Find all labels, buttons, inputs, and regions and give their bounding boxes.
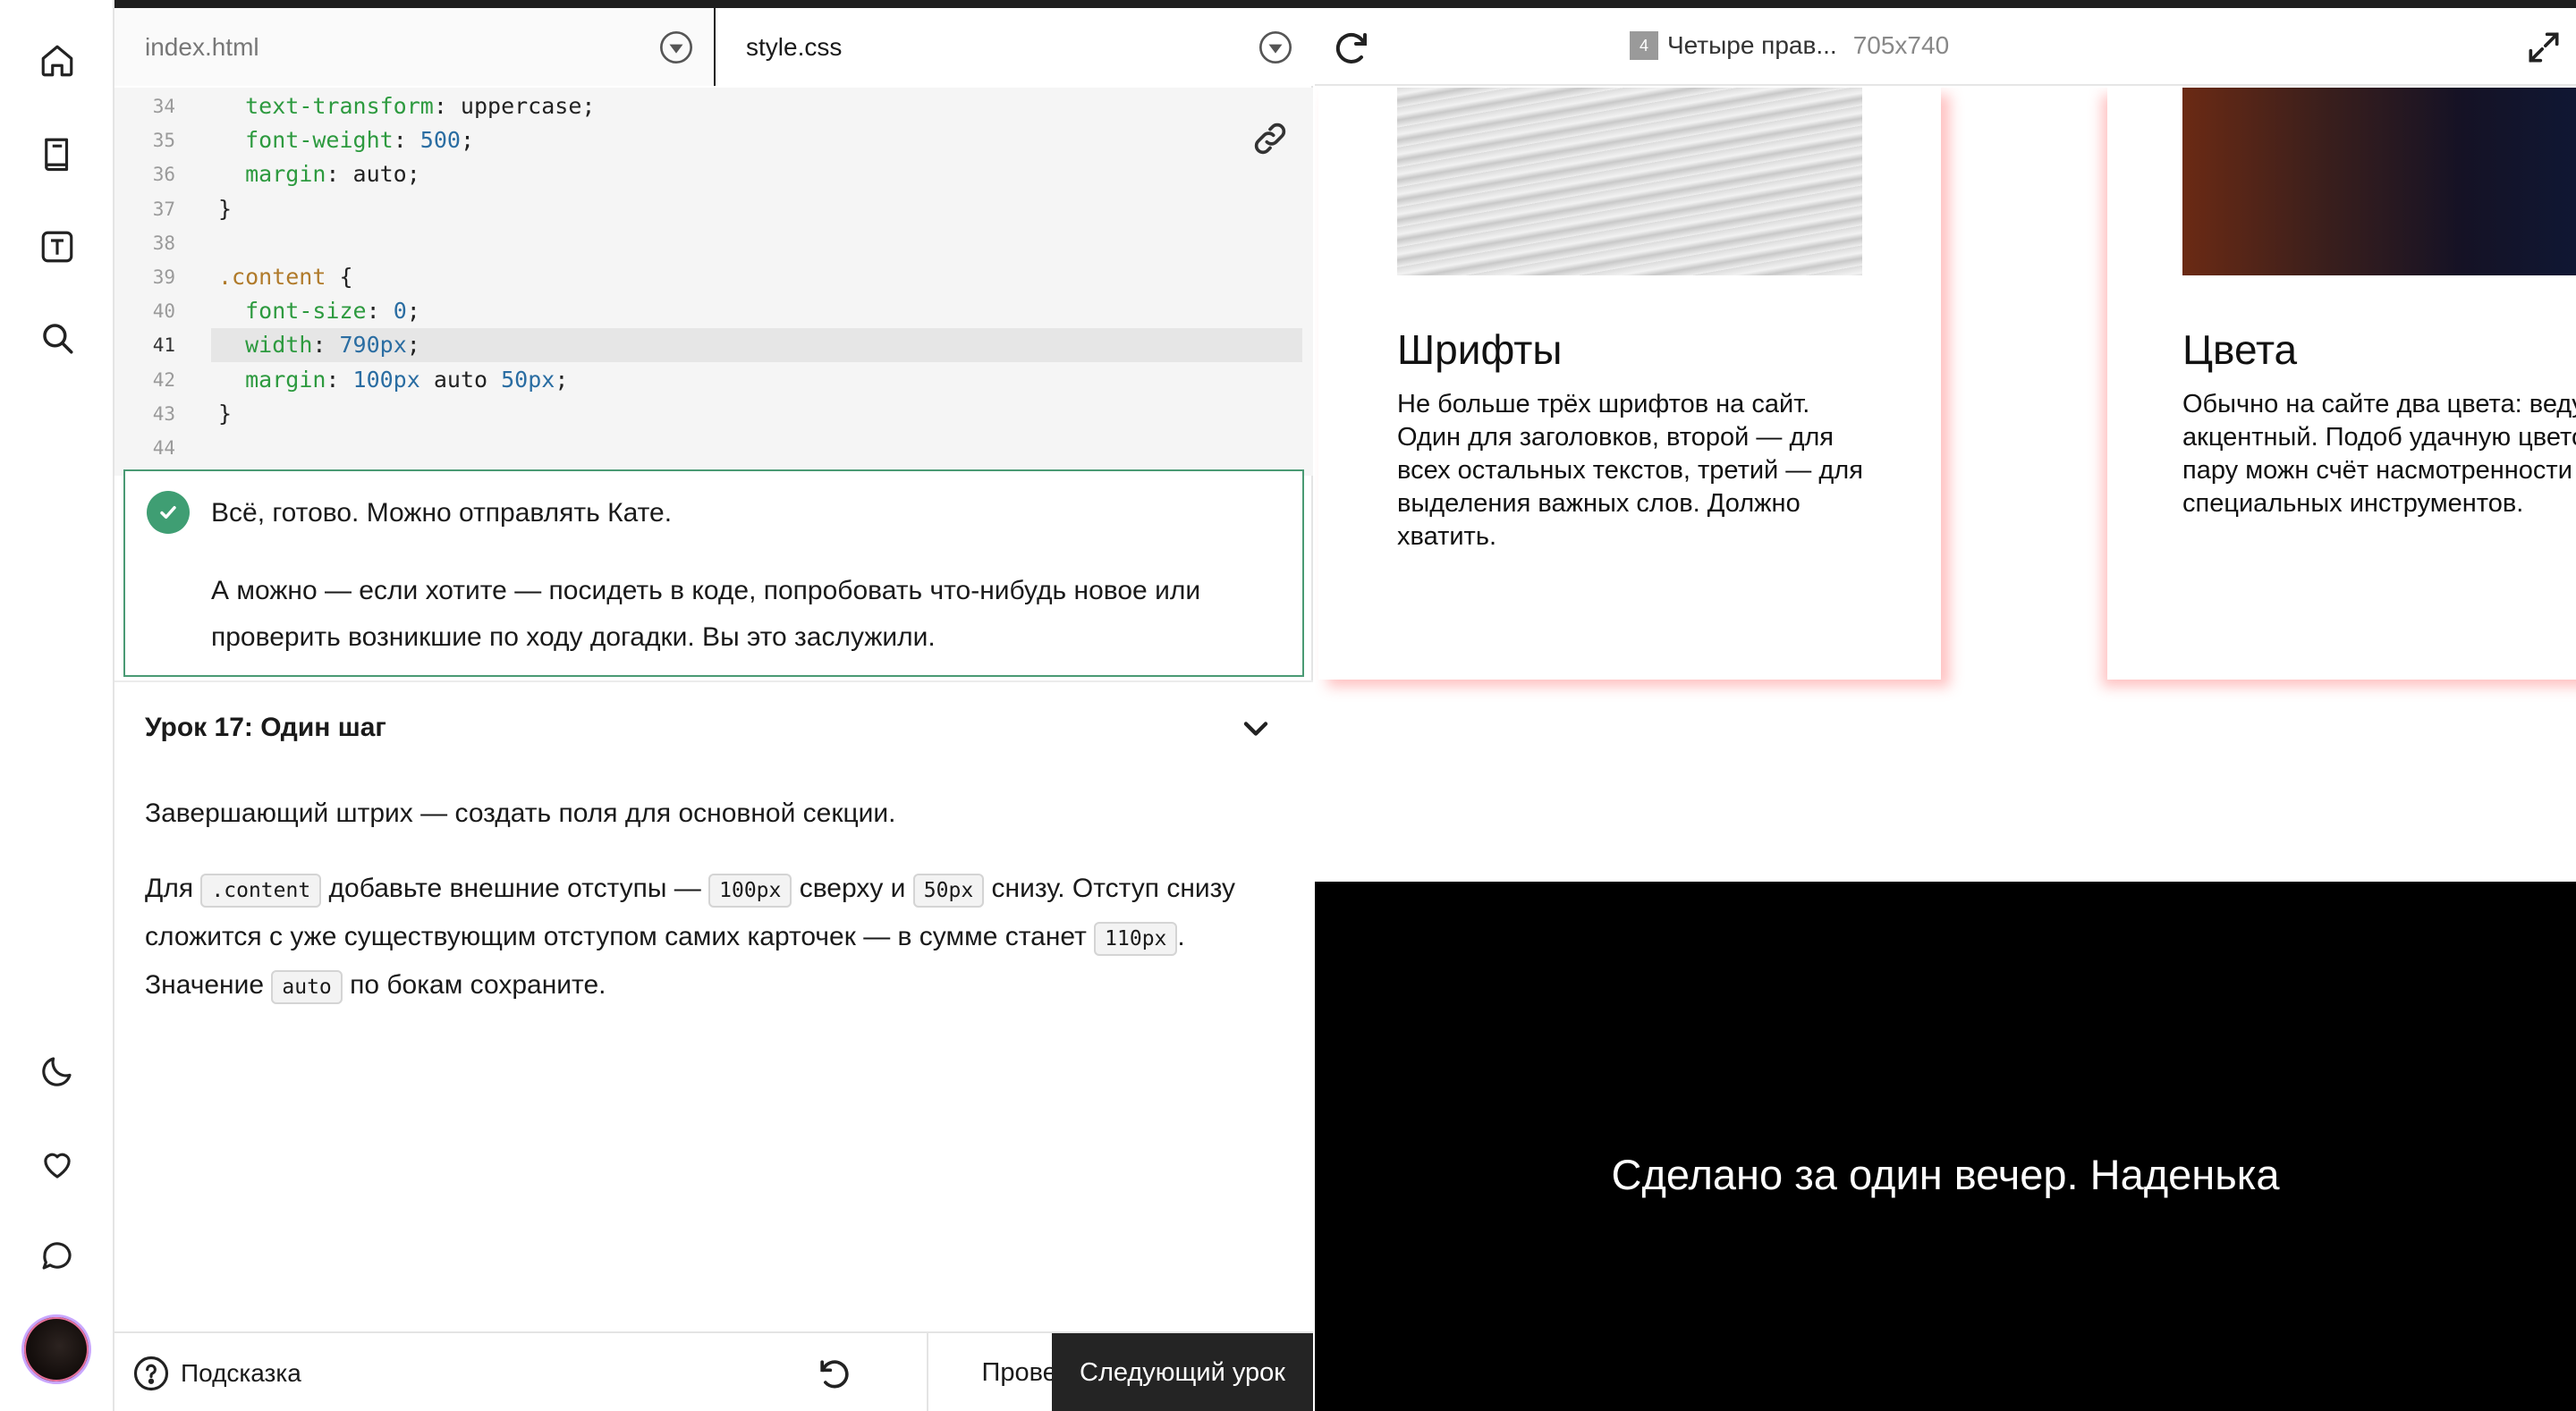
line-number: 37 [152, 198, 175, 220]
line-number: 38 [152, 232, 175, 254]
card-title: Цвета [2182, 326, 2298, 373]
preview-toolbar: 4 Четыре прав... 705x740 [1315, 8, 2576, 86]
line-number: 43 [152, 402, 175, 425]
viewport-size: 705x740 [1852, 31, 1950, 59]
reset-button[interactable] [741, 1333, 928, 1411]
code-text: } [218, 195, 233, 222]
code-chip: 100px [708, 874, 792, 908]
code-line[interactable]: 40 font-size: 0; [114, 294, 1313, 328]
card-fonts: Шрифты Не больше трёх шрифтов на сайт. О… [1318, 88, 1941, 680]
code-chip: 50px [912, 874, 985, 908]
task-text: сверху и [792, 874, 913, 903]
line-number: 42 [152, 368, 175, 391]
task-text: по бокам сохраните. [342, 970, 606, 1000]
text-icon[interactable] [29, 218, 86, 275]
task-text: Для [145, 874, 201, 903]
tab-label: index.html [145, 32, 259, 61]
hint-button[interactable]: Подсказка [132, 1333, 301, 1411]
chevron-down-icon[interactable] [1236, 709, 1275, 748]
card-title: Шрифты [1397, 326, 1563, 373]
card-image [2182, 88, 2576, 275]
line-number: 39 [152, 266, 175, 288]
code-line[interactable]: 37} [114, 192, 1313, 226]
line-number: 40 [152, 300, 175, 323]
code-editor[interactable]: 34 text-transform: uppercase; 35 font-wei… [114, 88, 1313, 476]
tab-style-css[interactable]: style.css [716, 8, 1313, 86]
avatar[interactable] [21, 1314, 91, 1384]
card-text: Обычно на сайте два цвета: ведущий и акц… [2182, 390, 2576, 518]
line-number: 34 [152, 96, 175, 117]
file-tabs: index.html style.css [114, 8, 1313, 86]
line-number: 36 [152, 164, 175, 186]
code-line[interactable]: 44 [114, 431, 1313, 465]
search-icon[interactable] [29, 309, 86, 367]
preview-frame: Шрифты Не больше трёх шрифтов на сайт. О… [1315, 88, 2576, 1411]
code-line[interactable]: 36 margin: auto; [114, 157, 1313, 191]
card-colors: Цвета Обычно на сайте два цвета: ведущий… [2107, 88, 2576, 680]
footer-text: Сделано за один вечер. Наденька [1611, 1151, 2280, 1198]
success-body: А можно — если хотите — посидеть в коде,… [211, 576, 1201, 652]
code-text: margin: 100px auto 50px; [245, 366, 569, 393]
code-line[interactable]: 42 margin: 100px auto 50px; [114, 363, 1313, 397]
code-text: font-weight: 500; [245, 127, 475, 154]
favicon: 4 [1630, 31, 1658, 60]
preview-title: 4 Четыре прав... 705x740 [1630, 31, 1949, 60]
editor-pane: index.html style.css 34 text-transform: … [114, 8, 1313, 1411]
lesson-panel: Урок 17: Один шаг Завершающий штрих — со… [114, 680, 1313, 1340]
task-text: добавьте внешние отступы — [321, 874, 709, 903]
code-line[interactable]: 38 [114, 226, 1313, 260]
reload-icon[interactable] [1331, 26, 1374, 69]
code-line[interactable]: 39 .content { [114, 260, 1313, 294]
code-text: font-size: 0; [245, 298, 420, 325]
check-icon [147, 491, 190, 534]
lesson-task: Для .content добавьте внешние отступы — … [145, 866, 1290, 1010]
reset-icon [820, 1359, 849, 1388]
success-title: Всё, готово. Можно отправлять Кате. [211, 498, 673, 528]
code-text: .content { [218, 264, 353, 290]
code-chip: 110px [1094, 922, 1178, 956]
code-chip: auto [271, 970, 343, 1004]
chat-icon[interactable] [29, 1227, 86, 1284]
page-title: Четыре прав... [1667, 31, 1837, 59]
code-line[interactable]: 34 text-transform: uppercase; [114, 89, 1313, 123]
book-icon[interactable] [29, 125, 86, 182]
code-text: width: 790px; [245, 332, 420, 359]
help-icon [133, 1356, 169, 1390]
code-text: margin: auto; [245, 161, 420, 188]
card-text: Не больше трёх шрифтов на сайт. Один для… [1397, 390, 1863, 551]
left-rail [0, 0, 114, 1411]
lesson-intro: Завершающий штрих — создать поля для осн… [145, 798, 896, 828]
tab-label: style.css [746, 32, 843, 61]
top-strip [114, 0, 2576, 8]
code-line[interactable]: 41 width: 790px; [114, 328, 1313, 363]
home-icon[interactable] [29, 32, 86, 89]
tab-index-html[interactable]: index.html [114, 8, 716, 86]
heart-icon[interactable] [29, 1136, 86, 1193]
code-text: text-transform: uppercase; [245, 93, 596, 119]
line-number: 41 [152, 334, 175, 357]
card-image [1397, 88, 1862, 275]
code-line[interactable]: 35 font-weight: 500; [114, 123, 1313, 157]
page-footer: Сделано за один вечер. Наденька [1315, 882, 2576, 1411]
line-number: 35 [152, 130, 175, 152]
preview-pane: 4 Четыре прав... 705x740 Шрифты Не больш… [1315, 8, 2576, 1411]
moon-icon[interactable] [29, 1043, 86, 1100]
code-line[interactable]: 43} [114, 397, 1313, 431]
line-number: 44 [152, 437, 175, 459]
hint-label: Подсказка [181, 1358, 301, 1387]
chevron-down-icon[interactable] [1258, 30, 1293, 65]
code-chip: .content [200, 874, 322, 908]
bottom-bar: Подсказка Проверить Следующий урок [114, 1331, 1313, 1411]
success-notice: Всё, готово. Можно отправлять Кате. А мо… [123, 469, 1304, 677]
code-text: } [218, 400, 233, 427]
lesson-title: Урок 17: Один шаг [145, 713, 386, 742]
expand-icon[interactable] [2524, 28, 2563, 67]
chevron-down-icon[interactable] [658, 30, 694, 65]
link-icon[interactable] [1245, 114, 1295, 164]
next-lesson-button[interactable]: Следующий урок [1052, 1333, 1313, 1411]
